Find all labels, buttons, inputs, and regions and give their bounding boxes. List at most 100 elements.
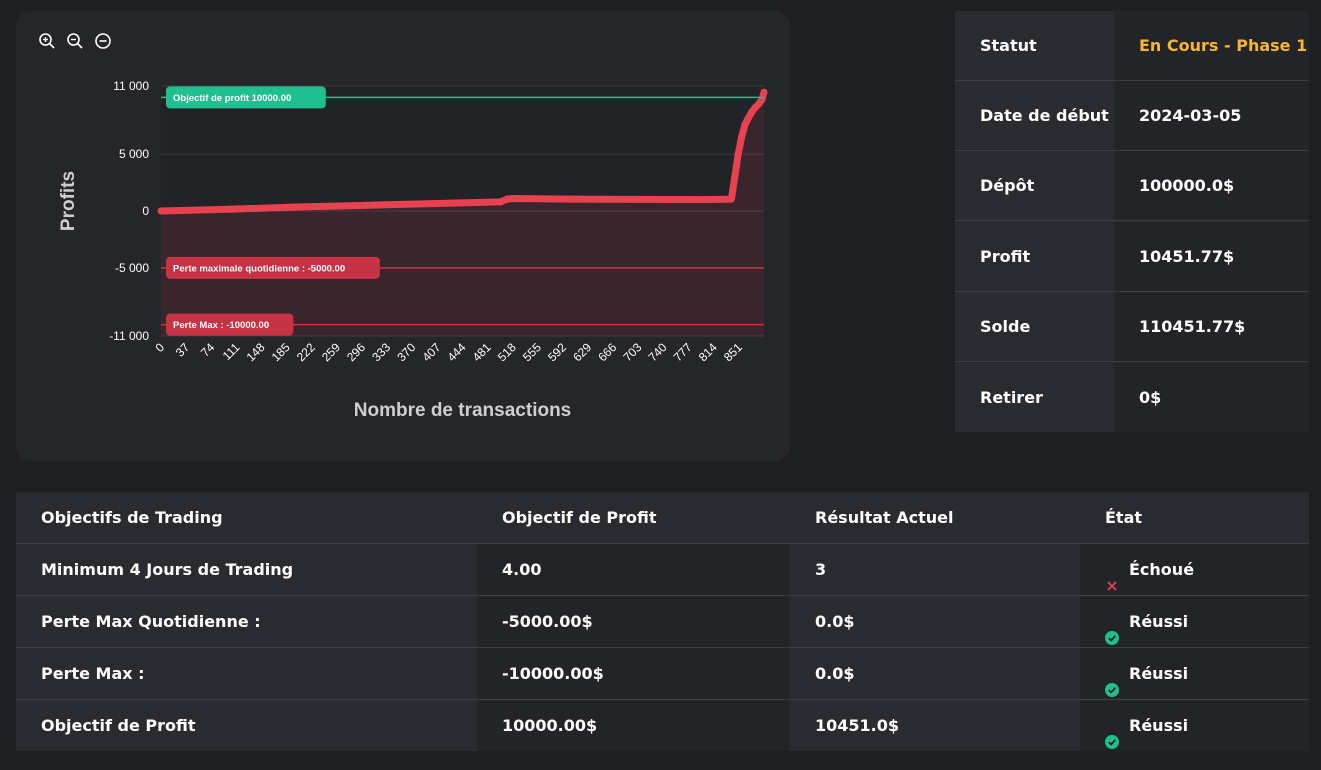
objective-target: -10000.00$ (477, 648, 790, 699)
profit-point (225, 206, 232, 213)
start-date-value: 2024-03-05 (1114, 81, 1309, 150)
info-row-profit: Profit 10451.77$ (955, 222, 1309, 292)
profit-point (361, 202, 368, 209)
info-key: Solde (955, 292, 1114, 361)
profit-point (761, 89, 768, 96)
y-tick-label: 11 000 (113, 79, 149, 93)
profit-point (633, 196, 640, 203)
objective-target: -5000.00$ (477, 596, 790, 647)
info-key: Dépôt (955, 151, 1114, 220)
y-axis-label: Profits (58, 171, 79, 231)
x-tick-label: 666 (595, 340, 619, 364)
y-tick-label: 0 (142, 204, 149, 218)
state-label: Échoué (1129, 560, 1194, 579)
table-row: Objectif de Profit 10000.00$ 10451.0$ Ré… (16, 700, 1309, 751)
status-value: En Cours - Phase 1 (1114, 11, 1309, 80)
withdraw-value: 0$ (1114, 363, 1309, 432)
profit-chart: 11 0005 0000-5 000-11 000037741111481852… (16, 11, 790, 461)
objective-state: Réussi (1080, 700, 1309, 751)
objective-current: 10451.0$ (790, 700, 1080, 751)
x-tick-label: 814 (696, 340, 720, 364)
x-tick-label: 703 (620, 340, 644, 364)
profit-point (158, 208, 165, 215)
x-tick-label: 444 (445, 340, 469, 364)
profit-chart-card: 11 0005 0000-5 000-11 000037741111481852… (16, 11, 790, 461)
zoom-in-icon[interactable] (37, 31, 57, 51)
challenge-info-card: Statut En Cours - Phase 1 Date de début … (955, 11, 1309, 432)
profit-point (701, 196, 708, 203)
check-circle-icon (1105, 666, 1119, 680)
table-row: Perte Max : -10000.00$ 0.0$ Réussi (16, 648, 1309, 700)
y-tick-label: -5 000 (115, 261, 149, 275)
zoom-out-icon[interactable] (65, 31, 85, 51)
column-header: Objectif de Profit (477, 492, 790, 543)
info-row-start-date: Date de début 2024-03-05 (955, 81, 1309, 151)
x-tick-label: 407 (419, 340, 443, 364)
info-key: Profit (955, 222, 1114, 291)
objective-name: Minimum 4 Jours de Trading (16, 544, 477, 595)
x-tick-label: 851 (721, 340, 745, 364)
objective-current: 0.0$ (790, 648, 1080, 699)
threshold-label: Objectif de profit 10000.00 (173, 93, 291, 104)
y-tick-label: 5 000 (119, 147, 149, 161)
x-tick-label: 222 (294, 340, 318, 364)
profit-point (735, 151, 742, 158)
chart-toolbar (37, 31, 113, 51)
table-row: Perte Max Quotidienne : -5000.00$ 0.0$ R… (16, 596, 1309, 648)
threshold-label: Perte maximale quotidienne : -5000.00 (173, 263, 345, 274)
profit-value: 10451.77$ (1114, 222, 1309, 291)
column-header: Résultat Actuel (790, 492, 1080, 543)
table-header-row: Objectifs de Trading Objectif de Profit … (16, 492, 1309, 544)
x-tick-label: 0 (152, 340, 167, 355)
profit-point (565, 196, 572, 203)
column-header: État (1080, 492, 1309, 543)
x-tick-label: 37 (173, 340, 193, 360)
x-tick-label: 777 (671, 340, 695, 364)
state-label: Réussi (1129, 716, 1188, 735)
profit-point (731, 173, 738, 180)
profit-point (741, 121, 748, 128)
column-header: Objectifs de Trading (16, 492, 477, 543)
x-tick-label: 185 (269, 340, 293, 364)
x-tick-label: 148 (244, 340, 268, 364)
x-tick-label: 518 (495, 340, 519, 364)
x-tick-label: 592 (545, 340, 569, 364)
objective-name: Perte Max : (16, 648, 477, 699)
info-key: Retirer (955, 363, 1114, 432)
profit-point (504, 196, 511, 203)
y-tick-label: -11 000 (109, 329, 149, 343)
x-tick-label: 296 (344, 340, 368, 364)
threshold-label: Perte Max : -10000.00 (173, 320, 269, 331)
profit-point (728, 196, 735, 203)
profit-point (429, 200, 436, 207)
state-label: Réussi (1129, 664, 1188, 683)
objective-current: 0.0$ (790, 596, 1080, 647)
objective-name: Perte Max Quotidienne : (16, 596, 477, 647)
x-axis-label: Nombre de transactions (354, 400, 572, 421)
profit-point (738, 134, 745, 141)
zoom-reset-icon[interactable] (93, 31, 113, 51)
objective-target: 4.00 (477, 544, 790, 595)
info-row-balance: Solde 110451.77$ (955, 292, 1309, 362)
x-tick-label: 740 (646, 340, 670, 364)
objective-name: Objectif de Profit (16, 700, 477, 751)
x-icon (1105, 562, 1119, 576)
objective-state: Échoué (1080, 544, 1309, 595)
profit-point (497, 198, 504, 205)
objective-current: 3 (790, 544, 1080, 595)
x-tick-label: 259 (319, 340, 343, 364)
x-tick-label: 555 (520, 340, 544, 364)
x-tick-label: 481 (470, 340, 494, 364)
info-key: Date de début (955, 81, 1114, 150)
balance-value: 110451.77$ (1114, 292, 1309, 361)
x-tick-label: 333 (369, 340, 393, 364)
state-label: Réussi (1129, 612, 1188, 631)
objective-state: Réussi (1080, 596, 1309, 647)
info-key: Statut (955, 11, 1114, 80)
x-tick-label: 74 (198, 340, 218, 360)
trading-objectives-table: Objectifs de Trading Objectif de Profit … (16, 492, 1309, 751)
info-row-withdraw: Retirer 0$ (955, 363, 1309, 432)
x-tick-label: 629 (570, 340, 594, 364)
info-row-status: Statut En Cours - Phase 1 (955, 11, 1309, 81)
info-row-deposit: Dépôt 100000.0$ (955, 151, 1309, 221)
